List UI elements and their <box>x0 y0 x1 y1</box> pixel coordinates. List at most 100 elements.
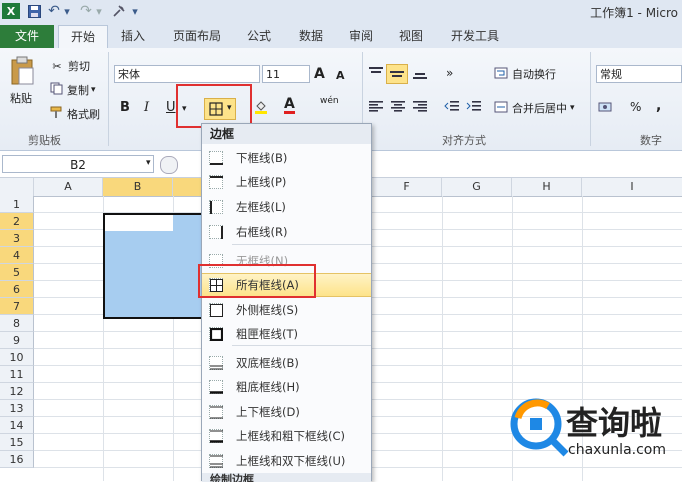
shrink-font-button[interactable]: A <box>336 69 345 82</box>
clipboard-group-label: 剪贴板 <box>28 134 61 147</box>
font-size-box[interactable]: 11 <box>262 65 310 83</box>
tab-developer[interactable]: 开发工具 <box>442 25 508 47</box>
menu-item-label: 外侧框线(S) <box>236 303 299 317</box>
row-header[interactable]: 1 <box>0 196 34 213</box>
orientation-button[interactable]: » <box>446 66 453 80</box>
row-header[interactable]: 5 <box>0 264 34 281</box>
row-header[interactable]: 15 <box>0 434 34 451</box>
formula-bar-handle[interactable] <box>160 156 178 174</box>
menu-item-label: 粗底框线(H) <box>236 380 300 394</box>
column-header-g[interactable]: G <box>442 178 512 196</box>
accounting-format-button[interactable] <box>598 100 612 117</box>
font-color-button[interactable]: A <box>284 97 295 114</box>
top-border-icon <box>209 175 223 189</box>
menu-item-top-bottom-border[interactable]: 上下框线(D) <box>202 400 371 424</box>
paint-bucket-icon <box>254 100 268 117</box>
menu-item-label: 左框线(L) <box>236 200 286 214</box>
row-header[interactable]: 12 <box>0 383 34 400</box>
increase-indent-button[interactable] <box>466 100 482 112</box>
column-header-c[interactable] <box>173 178 203 196</box>
select-all-corner[interactable] <box>0 178 34 196</box>
paste-button[interactable]: 粘贴 <box>10 90 32 106</box>
phonetic-button[interactable]: wén <box>320 96 339 106</box>
tab-view[interactable]: 视图 <box>390 25 432 47</box>
active-cell-b2[interactable] <box>105 215 173 231</box>
name-box[interactable]: B2 <box>2 155 154 173</box>
row-header[interactable]: 8 <box>0 315 34 332</box>
percent-button[interactable]: % <box>630 100 641 114</box>
row-header[interactable]: 10 <box>0 349 34 366</box>
align-right-button[interactable] <box>412 100 428 112</box>
tab-insert[interactable]: 插入 <box>112 25 154 47</box>
font-name-box[interactable]: 宋体 <box>114 65 260 83</box>
copy-dropdown-icon[interactable]: ▾ <box>91 85 96 95</box>
number-group-label: 数字 <box>640 134 662 147</box>
tab-review[interactable]: 审阅 <box>340 25 382 47</box>
grow-font-button[interactable]: A <box>314 66 325 82</box>
highlight-borders <box>176 84 252 128</box>
row-header[interactable]: 11 <box>0 366 34 383</box>
qat-dropdown-icon[interactable]: ▾ <box>130 3 140 19</box>
comma-button[interactable]: , <box>656 98 661 114</box>
menu-item-top-thick-bottom-border[interactable]: 上框线和粗下框线(C) <box>202 424 371 448</box>
row-header[interactable]: 16 <box>0 451 34 468</box>
column-header-h[interactable]: H <box>512 178 582 196</box>
menu-item-thick-bottom-border[interactable]: 粗底框线(H) <box>202 375 371 399</box>
bold-button[interactable]: B <box>120 100 130 115</box>
fill-color-button[interactable] <box>254 100 268 117</box>
row-header[interactable]: 3 <box>0 230 34 247</box>
copy-button[interactable]: 复制 ▾ <box>50 82 96 98</box>
align-middle-button[interactable] <box>386 64 408 84</box>
column-header-a[interactable]: A <box>34 178 103 196</box>
tab-file[interactable]: 文件 <box>0 25 54 48</box>
redo-dropdown-icon[interactable]: ▾ <box>94 3 104 19</box>
paste-icon[interactable] <box>8 54 38 88</box>
row-header[interactable]: 7 <box>0 298 34 315</box>
name-box-dropdown-icon[interactable]: ▾ <box>146 158 151 168</box>
row-header[interactable]: 14 <box>0 417 34 434</box>
tab-data[interactable]: 数据 <box>290 25 332 47</box>
save-icon[interactable] <box>26 3 42 19</box>
format-painter-button[interactable]: 格式刷 <box>50 106 100 122</box>
undo-icon[interactable]: ↶ <box>46 3 62 19</box>
column-header-b[interactable]: B <box>103 178 173 196</box>
menu-item-outside-borders[interactable]: 外侧框线(S) <box>202 298 371 322</box>
menu-item-bottom-border[interactable]: 下框线(B) <box>202 146 371 170</box>
menu-item-double-bottom-border[interactable]: 双底框线(B) <box>202 351 371 375</box>
menu-item-top-double-bottom-border[interactable]: 上框线和双下框线(U) <box>202 449 371 473</box>
menu-item-left-border[interactable]: 左框线(L) <box>202 195 371 219</box>
tab-home[interactable]: 开始 <box>58 25 108 48</box>
decrease-indent-button[interactable] <box>444 100 460 112</box>
row-header[interactable]: 4 <box>0 247 34 264</box>
row-header[interactable]: 13 <box>0 400 34 417</box>
redo-icon[interactable]: ↷ <box>78 3 94 19</box>
wrap-text-button[interactable]: 自动换行 <box>494 66 556 82</box>
underline-button[interactable]: U <box>166 100 176 115</box>
cut-button[interactable]: ✂ 剪切 <box>50 58 90 74</box>
tab-page-layout[interactable]: 页面布局 <box>166 25 228 47</box>
menu-item-thick-box-border[interactable]: 粗匣框线(T) <box>202 322 371 346</box>
menu-item-top-border[interactable]: 上框线(P) <box>202 170 371 194</box>
copy-icon <box>50 82 63 98</box>
cut-label: 剪切 <box>68 60 90 73</box>
tab-formulas[interactable]: 公式 <box>238 25 280 47</box>
number-format-box[interactable]: 常规 <box>596 65 682 83</box>
italic-button[interactable]: I <box>144 100 149 115</box>
menu-item-right-border[interactable]: 右框线(R) <box>202 220 371 244</box>
column-header-f[interactable]: F <box>372 178 442 196</box>
scissors-icon: ✂ <box>52 59 62 73</box>
row-header[interactable]: 2 <box>0 213 34 230</box>
row-header[interactable]: 6 <box>0 281 34 298</box>
merge-center-button[interactable]: 合并后居中 ▾ <box>494 100 575 116</box>
align-top-button[interactable] <box>368 66 384 80</box>
align-center-button[interactable] <box>390 100 406 112</box>
watermark-brand: 查询啦 <box>566 404 663 442</box>
undo-dropdown-icon[interactable]: ▾ <box>62 3 72 19</box>
align-bottom-button[interactable] <box>412 66 428 80</box>
row-header[interactable]: 9 <box>0 332 34 349</box>
menu-item-label: 上下框线(D) <box>236 405 300 419</box>
merge-dropdown-icon[interactable]: ▾ <box>570 103 575 113</box>
customize-tool-icon[interactable] <box>110 3 128 19</box>
align-left-button[interactable] <box>368 100 384 112</box>
column-header-i[interactable]: I <box>582 178 682 196</box>
